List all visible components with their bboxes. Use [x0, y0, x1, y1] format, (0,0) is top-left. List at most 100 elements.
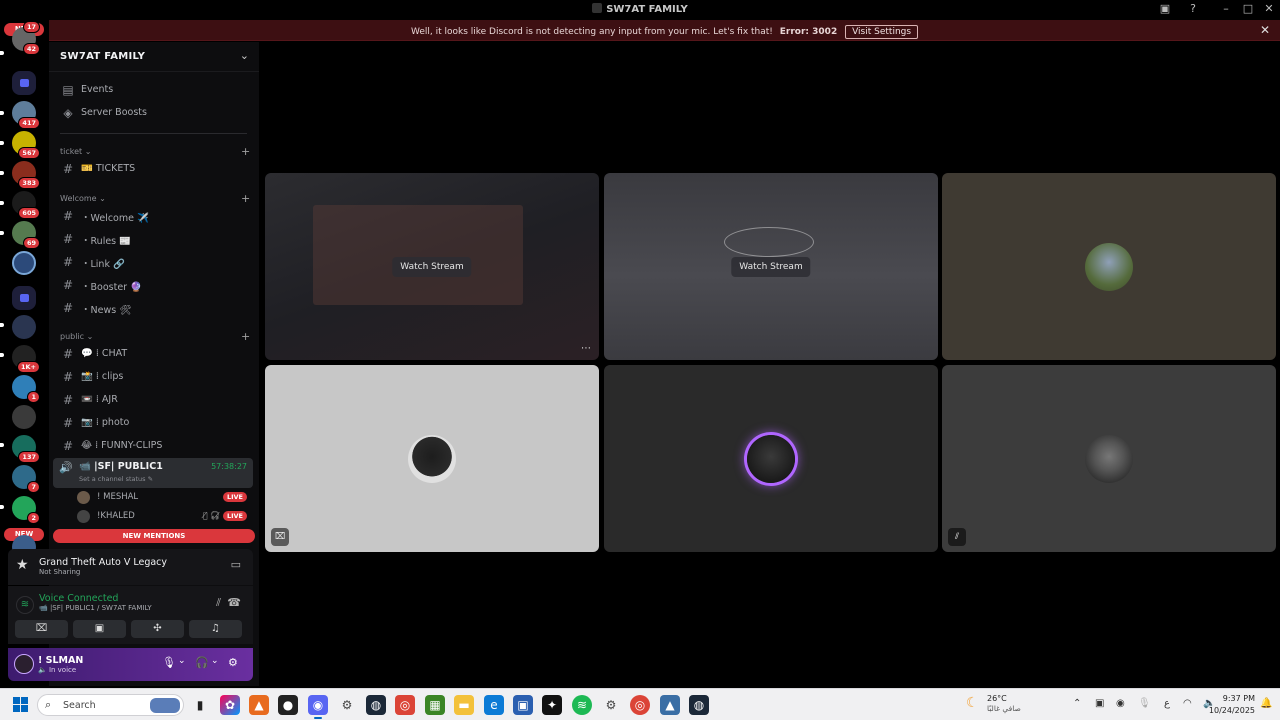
- tray-app-icon[interactable]: ◉: [1116, 698, 1125, 709]
- edge-icon[interactable]: e: [484, 695, 504, 715]
- weather-widget[interactable]: ☾ 26°C صافي غالبًا: [966, 693, 1046, 717]
- vlc-icon[interactable]: ▲: [249, 695, 269, 715]
- minimize-button[interactable]: –: [1219, 2, 1233, 15]
- store-icon[interactable]: ▣: [513, 695, 533, 715]
- signal-icon[interactable]: ≋: [16, 596, 34, 614]
- server-icon[interactable]: 605: [12, 191, 40, 219]
- server-icon[interactable]: 1: [12, 375, 40, 403]
- server-icon[interactable]: 137: [12, 435, 40, 463]
- voice-location[interactable]: 📹 |SF| PUBLIC1 / SW7AT FAMILY: [39, 604, 152, 612]
- channel-status[interactable]: Set a channel status ✎: [79, 475, 153, 483]
- category-public[interactable]: public ⌄ +: [60, 330, 250, 343]
- chevron-down-icon[interactable]: ⌄: [211, 656, 219, 666]
- events-item[interactable]: ▤ Events: [55, 80, 253, 100]
- channel-link[interactable]: # ・Link 🔗: [55, 252, 253, 272]
- gear-icon[interactable]: ⚙: [228, 656, 238, 669]
- soundboard-button[interactable]: ♫: [189, 620, 242, 638]
- inbox-icon[interactable]: ▣: [1158, 2, 1172, 15]
- server-icon[interactable]: 567: [12, 131, 40, 159]
- copilot-icon[interactable]: ✿: [220, 695, 240, 715]
- server-icon[interactable]: 1K+: [12, 345, 40, 373]
- stream-tile[interactable]: Watch Stream: [604, 173, 938, 360]
- more-icon[interactable]: ⋯: [581, 343, 591, 354]
- start-button[interactable]: [13, 697, 29, 713]
- category-welcome[interactable]: Welcome ⌄ +: [60, 192, 250, 205]
- channel-clips[interactable]: # 📸 ⁞ clips: [55, 367, 253, 387]
- server-folder-icon[interactable]: [12, 71, 36, 95]
- guild-header[interactable]: SW7AT FAMILY ⌄: [49, 42, 259, 72]
- username[interactable]: ! SLMAN: [38, 655, 83, 666]
- server-boosts-item[interactable]: ◈ Server Boosts: [55, 103, 253, 123]
- new-mentions-button[interactable]: NEW MENTIONS: [53, 529, 255, 543]
- chrome-icon[interactable]: ◎: [395, 695, 415, 715]
- user-tile-speaking[interactable]: [604, 365, 938, 552]
- language-indicator[interactable]: ع: [1164, 698, 1170, 709]
- channel-news[interactable]: # ・News 🛠: [55, 298, 253, 318]
- user-tile[interactable]: [942, 173, 1276, 360]
- steam-icon[interactable]: ◍: [366, 695, 386, 715]
- user-tile[interactable]: ⫽: [942, 365, 1276, 552]
- add-channel-icon[interactable]: +: [241, 192, 250, 205]
- server-icon[interactable]: 7: [12, 465, 40, 493]
- server-icon[interactable]: [12, 405, 36, 429]
- channel-booster[interactable]: # ・Booster 🔮: [55, 275, 253, 295]
- microphone-icon[interactable]: 🎙: [1138, 698, 1151, 709]
- app-icon[interactable]: ●: [278, 695, 298, 715]
- notification-icon[interactable]: 🔔: [1260, 698, 1272, 709]
- photos-icon[interactable]: ▲: [660, 695, 680, 715]
- wifi-icon[interactable]: ◠: [1183, 698, 1192, 709]
- spotify-icon[interactable]: ≋: [572, 695, 592, 715]
- visit-settings-button[interactable]: Visit Settings: [845, 25, 919, 39]
- channel-photo[interactable]: # 📷 ⁞ photo: [55, 413, 253, 433]
- category-ticket[interactable]: ticket ⌄ +: [60, 145, 250, 158]
- stream-tile[interactable]: Watch Stream ⋯: [265, 173, 599, 360]
- settings-icon[interactable]: ⚙: [601, 695, 621, 715]
- channel-rules[interactable]: # ・Rules 📰: [55, 229, 253, 249]
- add-channel-icon[interactable]: +: [241, 330, 250, 343]
- channel-ajr[interactable]: # 📼 ⁞ AJR: [55, 390, 253, 410]
- settings-icon[interactable]: ⚙: [337, 695, 357, 715]
- disconnect-icon[interactable]: ☎: [227, 596, 241, 609]
- taskbar-search[interactable]: ⌕ Search: [37, 694, 184, 716]
- close-window-button[interactable]: ✕: [1262, 2, 1276, 15]
- server-folder-icon[interactable]: [12, 286, 36, 310]
- clock[interactable]: 9:37 PM 10/24/2025: [1209, 693, 1255, 717]
- server-icon[interactable]: 69: [12, 221, 40, 249]
- activities-button[interactable]: ✣: [131, 620, 184, 638]
- server-icon[interactable]: [12, 315, 36, 339]
- screen-share-button[interactable]: ▣: [73, 620, 126, 638]
- steam-icon[interactable]: ◍: [689, 695, 709, 715]
- server-icon[interactable]: 17 42: [12, 21, 40, 55]
- user-tile[interactable]: ⌧: [265, 365, 599, 552]
- chevron-down-icon[interactable]: ⌄: [178, 656, 186, 666]
- headphones-icon[interactable]: 🎧: [195, 656, 209, 669]
- channel-chat[interactable]: # 💬 ⁞ CHAT: [55, 344, 253, 364]
- voice-connected-title[interactable]: Voice Connected: [39, 593, 118, 604]
- channel-welcome[interactable]: # ・Welcome ✈️: [55, 206, 253, 226]
- voice-user[interactable]: ! MESHAL LIVE: [73, 490, 253, 506]
- chevron-down-icon[interactable]: ⌄: [240, 49, 249, 62]
- maximize-button[interactable]: □: [1241, 2, 1255, 15]
- chevron-up-icon[interactable]: ⌃: [1073, 698, 1081, 709]
- server-icon[interactable]: [12, 251, 36, 275]
- app-icon[interactable]: ✦: [542, 695, 562, 715]
- noise-suppression-icon[interactable]: ⫽: [216, 596, 221, 610]
- help-icon[interactable]: ?: [1186, 2, 1200, 15]
- server-icon[interactable]: 383: [12, 161, 40, 189]
- discord-icon[interactable]: ◉: [308, 695, 328, 719]
- voice-user[interactable]: !KHALED 🎙̸ 🎧̸ LIVE: [73, 509, 253, 525]
- file-explorer-icon[interactable]: ▬: [454, 695, 474, 715]
- chrome-icon[interactable]: ◎: [630, 695, 650, 715]
- banner-close-icon[interactable]: ✕: [1260, 23, 1270, 37]
- tray-app-icon[interactable]: ▣: [1095, 698, 1104, 709]
- server-icon[interactable]: 417: [12, 101, 40, 129]
- channel-tickets[interactable]: # 🎫 TICKETS: [55, 159, 253, 179]
- channel-funny-clips[interactable]: # 😂 ⁞ FUNNY-CLIPS: [55, 436, 253, 456]
- watch-stream-button[interactable]: Watch Stream: [392, 256, 472, 277]
- watch-stream-button[interactable]: Watch Stream: [731, 256, 811, 277]
- voice-channel-public1[interactable]: 🔊 📹 |SF| PUBLIC1 57:38:27 Set a channel …: [53, 458, 253, 488]
- camera-off-button[interactable]: ⌧: [15, 620, 68, 638]
- share-screen-icon[interactable]: ▭: [231, 558, 241, 571]
- microphone-icon[interactable]: 🎙: [162, 656, 176, 669]
- task-view-icon[interactable]: ▮: [190, 695, 210, 715]
